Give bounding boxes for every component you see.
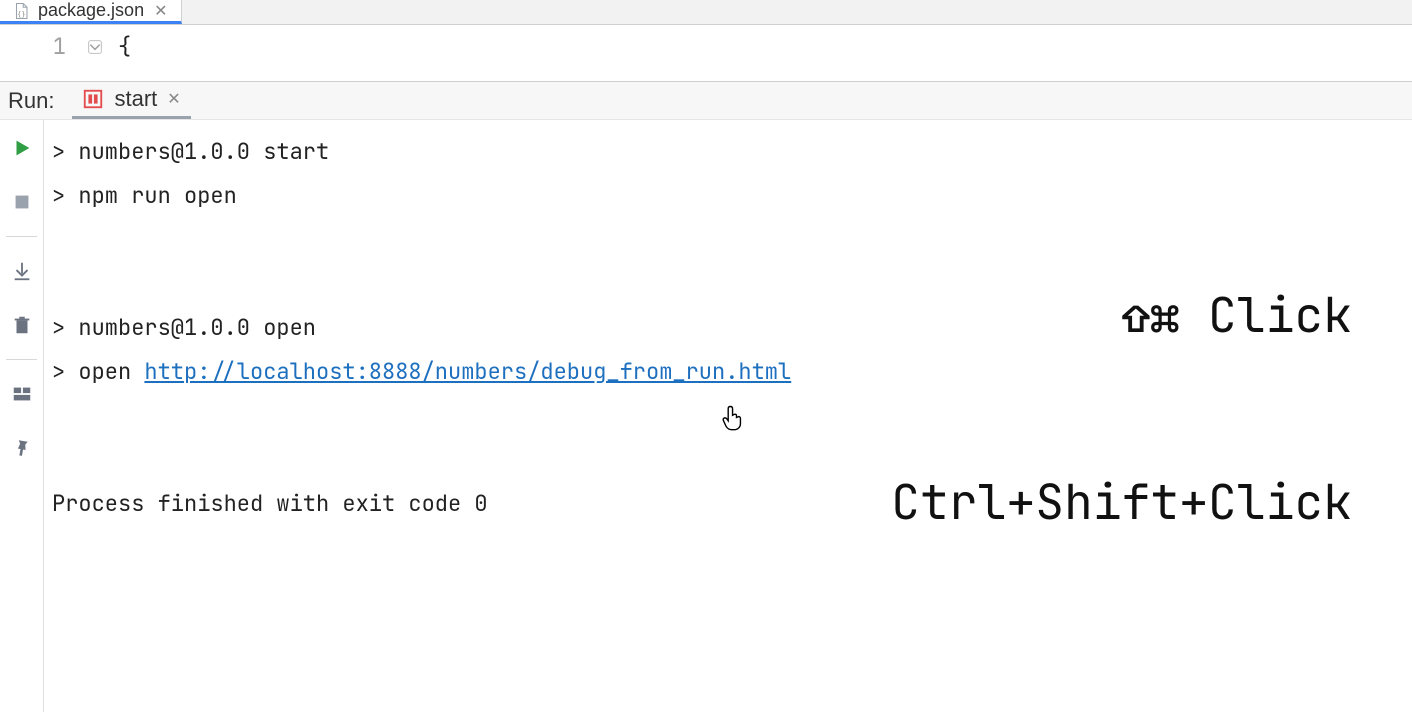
hint-win: Ctrl+Shift+Click [891,472,1352,534]
editor-tab-label: package.json [38,0,144,21]
editor-tab-package-json[interactable]: {} package.json ✕ [0,0,182,24]
scroll-to-end-button[interactable] [8,257,36,285]
line-number: 2 [0,69,66,81]
fold-column [90,25,112,81]
run-panel: > numbers@1.0.0 start > npm run open > n… [0,120,1412,712]
console-line: > npm run open [52,181,237,210]
run-tab-close-icon[interactable]: ✕ [167,89,180,109]
pin-button[interactable] [2,429,41,468]
code-token: { [118,32,131,61]
editor-tab-bar: {} package.json ✕ [0,0,1412,25]
toolbar-separator [6,359,36,360]
console-url-link[interactable]: http://localhost:8888/numbers/debug_from… [144,357,791,386]
run-button[interactable] [8,134,36,162]
fold-toggle-icon[interactable] [86,38,104,56]
clear-all-button[interactable] [8,311,36,339]
toolbar-separator [6,236,36,237]
run-panel-label: Run: [4,88,54,114]
editor-tab-close-icon[interactable]: ✕ [152,1,169,21]
console-line-prefix: > open [52,357,144,386]
stop-button[interactable] [8,188,36,216]
line-number-gutter: 1 2 3 4 [0,25,90,81]
run-panel-header: Run: start ✕ [0,81,1412,120]
code-editor[interactable]: 1 2 3 4 { "name": "numbers", "version": … [0,25,1412,81]
console-exit-line: Process finished with exit code 0 [52,489,488,518]
svg-text:{}: {} [17,10,25,18]
run-tab-label: start [114,86,157,112]
code-content[interactable]: { "name": "numbers", "version": "1.0.0",… [112,25,1412,81]
console-line: > numbers@1.0.0 start [52,137,329,166]
hint-mac: ⇧⌘ Click [891,285,1352,347]
npm-script-icon [82,88,104,110]
json-file-icon: {} [12,2,30,20]
console-line: > numbers@1.0.0 open [52,313,316,342]
line-number: 1 [0,25,66,69]
run-toolbar [0,120,44,712]
run-tab-start[interactable]: start ✕ [72,82,190,119]
keyboard-hint-overlay: ⇧⌘ Click Ctrl+Shift+Click [891,160,1352,659]
layout-button[interactable] [8,380,36,408]
run-console[interactable]: > numbers@1.0.0 start > npm run open > n… [44,120,1412,712]
